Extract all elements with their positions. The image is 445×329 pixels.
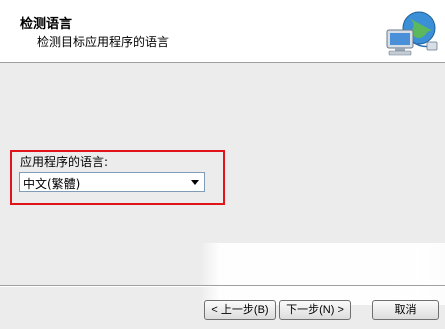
language-select[interactable]: 中文(繁體): [19, 172, 205, 192]
chevron-down-icon[interactable]: [189, 176, 201, 188]
page-title: 检测语言: [20, 17, 73, 32]
page-subtitle: 检测目标应用程序的语言: [37, 35, 170, 49]
wizard-header: 检测语言 检测目标应用程序的语言: [0, 0, 445, 63]
footer-divider: [0, 285, 445, 287]
cancel-button[interactable]: 取消: [372, 300, 439, 320]
watermark-overlay: [200, 243, 445, 305]
next-button[interactable]: 下一步(N) >: [279, 300, 351, 320]
network-globe-computer-icon: [386, 11, 438, 56]
back-button[interactable]: < 上一步(B): [204, 300, 276, 320]
language-select-value: 中文(繁體): [23, 177, 81, 191]
language-label: 应用程序的语言:: [20, 155, 109, 169]
